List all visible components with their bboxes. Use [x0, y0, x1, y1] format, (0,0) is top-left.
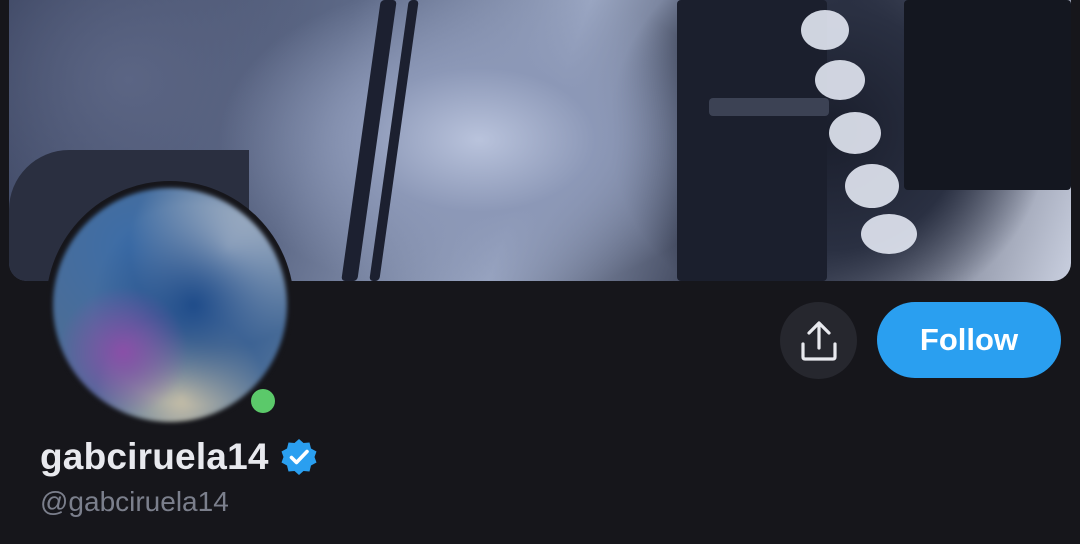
verified-badge-icon	[281, 439, 317, 475]
display-name: gabciruela14	[40, 436, 269, 477]
profile-handle: @gabciruela14	[40, 486, 229, 517]
share-button[interactable]	[780, 302, 857, 379]
share-upload-icon	[800, 320, 837, 361]
avatar[interactable]	[53, 188, 287, 422]
profile-name-row: gabciruela14	[40, 436, 319, 478]
online-status-indicator	[250, 388, 276, 414]
follow-button[interactable]: Follow	[877, 302, 1061, 378]
